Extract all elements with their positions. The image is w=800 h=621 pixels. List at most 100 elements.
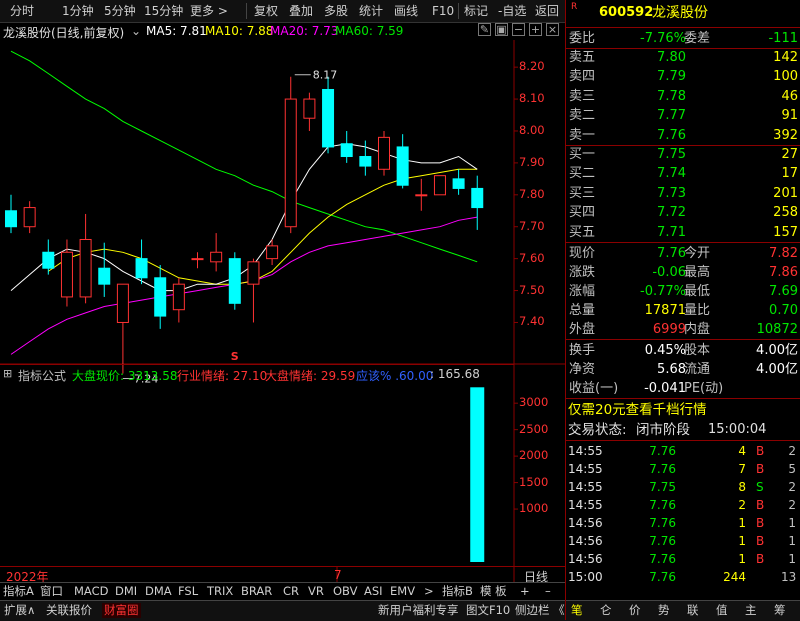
restore-rights-button[interactable]: 复权: [252, 3, 280, 19]
asks-row[interactable]: 卖四 7.79 100: [566, 67, 800, 86]
settings-icon[interactable]: ⊞: [3, 367, 12, 380]
candle-body: [359, 156, 372, 167]
sidebar-toggle[interactable]: 侧边栏 《: [515, 603, 565, 618]
chevron-down-icon[interactable]: ⌄: [131, 24, 141, 38]
tick-time: 15:00: [568, 570, 603, 584]
fund-label: PE(动): [684, 381, 724, 396]
candle-body: [340, 143, 353, 158]
tab-vr[interactable]: VR: [308, 584, 324, 599]
tick-side: B: [756, 498, 765, 512]
tick-count: 13: [781, 570, 797, 584]
tick-volume: 1: [738, 552, 746, 566]
tab-cr[interactable]: CR: [283, 584, 299, 599]
f10-button[interactable]: F10: [430, 3, 456, 19]
tabs-next-arrow[interactable]: >: [424, 584, 434, 599]
bids-row[interactable]: 买四 7.72 258: [566, 203, 800, 222]
quote-label: 量比: [684, 303, 711, 318]
remove-tab-button[interactable]: –: [545, 584, 551, 599]
tab-emv[interactable]: EMV: [390, 584, 415, 599]
tab-trix[interactable]: TRIX: [207, 584, 233, 599]
tab-macd[interactable]: MACD: [74, 584, 108, 599]
stock-name: 龙溪股份: [652, 5, 708, 21]
quote-label: 涨跌: [569, 265, 596, 280]
draw-line-button[interactable]: 画线: [392, 3, 420, 19]
quote-value: 10872: [756, 322, 798, 337]
signal-marker: S: [231, 350, 239, 363]
quote-label: 外盘: [569, 322, 596, 337]
plus-icon[interactable]: +: [529, 23, 542, 36]
bids-price: 7.73: [657, 185, 686, 201]
new-user-benefit-link[interactable]: 新用户福利专享: [378, 603, 459, 618]
asks-volume: 392: [773, 127, 798, 143]
add-tab-button[interactable]: +: [520, 584, 530, 599]
edit-icon[interactable]: ✎: [478, 23, 491, 36]
fund-value: 4.00亿: [756, 343, 798, 358]
tick-side: S: [756, 480, 764, 494]
asks-row[interactable]: 卖五 7.80 142: [566, 48, 800, 67]
tab-indicator-a[interactable]: 指标A: [3, 584, 34, 599]
tick-volume: 1: [738, 534, 746, 548]
bids-price: 7.74: [657, 166, 686, 182]
tick-count: 1: [788, 534, 796, 548]
tick-time: 14:55: [568, 498, 603, 512]
kline-chart[interactable]: 8.177.24S: [0, 40, 565, 582]
fund-row: 净资 5.68 流通 4.00亿: [566, 360, 800, 379]
tab-asi[interactable]: ASI: [364, 584, 383, 599]
overlay-button[interactable]: 叠加: [287, 3, 315, 19]
bids-price: 7.71: [657, 224, 686, 240]
asks-row[interactable]: 卖三 7.78 46: [566, 87, 800, 106]
tick-count: 5: [788, 462, 796, 476]
tab-15min[interactable]: 15分钟: [142, 3, 185, 19]
wealth-circle-tab[interactable]: 财富圈: [102, 603, 141, 618]
graphic-f10-tab[interactable]: 图文F10: [466, 603, 510, 618]
back-button[interactable]: 返回: [533, 3, 561, 19]
quote-value: 7.69: [769, 284, 798, 299]
quote-label: 现价: [569, 246, 596, 261]
tick-row: 15:00 7.76 244 13: [566, 568, 800, 586]
fund-value: 0.45%: [644, 343, 686, 358]
promo-text[interactable]: 仅需20元查看千档行情: [568, 400, 707, 420]
tab-obv[interactable]: OBV: [333, 584, 357, 599]
mark-button[interactable]: 标记: [462, 3, 490, 19]
tab-window[interactable]: 窗口: [40, 584, 63, 599]
asks-row[interactable]: 卖二 7.77 91: [566, 106, 800, 125]
bids-row[interactable]: 买一 7.75 27: [566, 145, 800, 164]
tab-5min[interactable]: 5分钟: [102, 3, 138, 19]
bids-row[interactable]: 买五 7.71 157: [566, 223, 800, 242]
tab-brar[interactable]: BRAR: [241, 584, 272, 599]
bids-row[interactable]: 买三 7.73 201: [566, 184, 800, 203]
fund-label: 流通: [684, 362, 711, 377]
order-diff-value: -111: [768, 31, 798, 46]
tab-intraday[interactable]: 分时: [8, 3, 36, 19]
volume-tick-label: 2500: [519, 421, 549, 436]
promo-link[interactable]: 仅需20元查看千档行情: [566, 400, 800, 420]
expand-button[interactable]: 扩展∧: [4, 603, 35, 618]
tick-price: 7.76: [649, 444, 676, 458]
tab-template[interactable]: 模 板: [480, 584, 507, 599]
tick-side: B: [756, 534, 765, 548]
tab-dmi[interactable]: DMI: [115, 584, 137, 599]
tick-side: B: [756, 444, 765, 458]
indicator-name[interactable]: 指标公式: [18, 367, 66, 384]
bids-row[interactable]: 买二 7.74 17: [566, 164, 800, 183]
statistics-button[interactable]: 统计: [357, 3, 385, 19]
bids-label: 买二: [569, 166, 596, 182]
multi-stock-button[interactable]: 多股: [322, 3, 350, 19]
minus-icon[interactable]: −: [512, 23, 525, 36]
related-quotes-tab[interactable]: 关联报价: [46, 603, 92, 618]
close-icon[interactable]: ×: [546, 23, 559, 36]
tab-fsl[interactable]: FSL: [178, 584, 198, 599]
remove-watchlist-button[interactable]: -自选: [496, 3, 528, 19]
order-ratio-row: 委比 -7.76% 委差 -111: [566, 29, 800, 48]
settings-icon[interactable]: ▣: [495, 23, 508, 36]
tab-indicator-b[interactable]: 指标B: [442, 584, 473, 599]
more-button[interactable]: 更多 >: [188, 3, 230, 19]
asks-row[interactable]: 卖一 7.76 392: [566, 126, 800, 145]
tab-1min[interactable]: 1分钟: [60, 3, 96, 19]
tick-count: 2: [788, 444, 796, 458]
sector-mood-label: 行业情绪: 27.10: [177, 369, 268, 383]
volume-tick-label: 2000: [519, 448, 549, 463]
tab-dma[interactable]: DMA: [145, 584, 172, 599]
tick-count: 2: [788, 480, 796, 494]
tick-volume: 244: [723, 570, 746, 584]
